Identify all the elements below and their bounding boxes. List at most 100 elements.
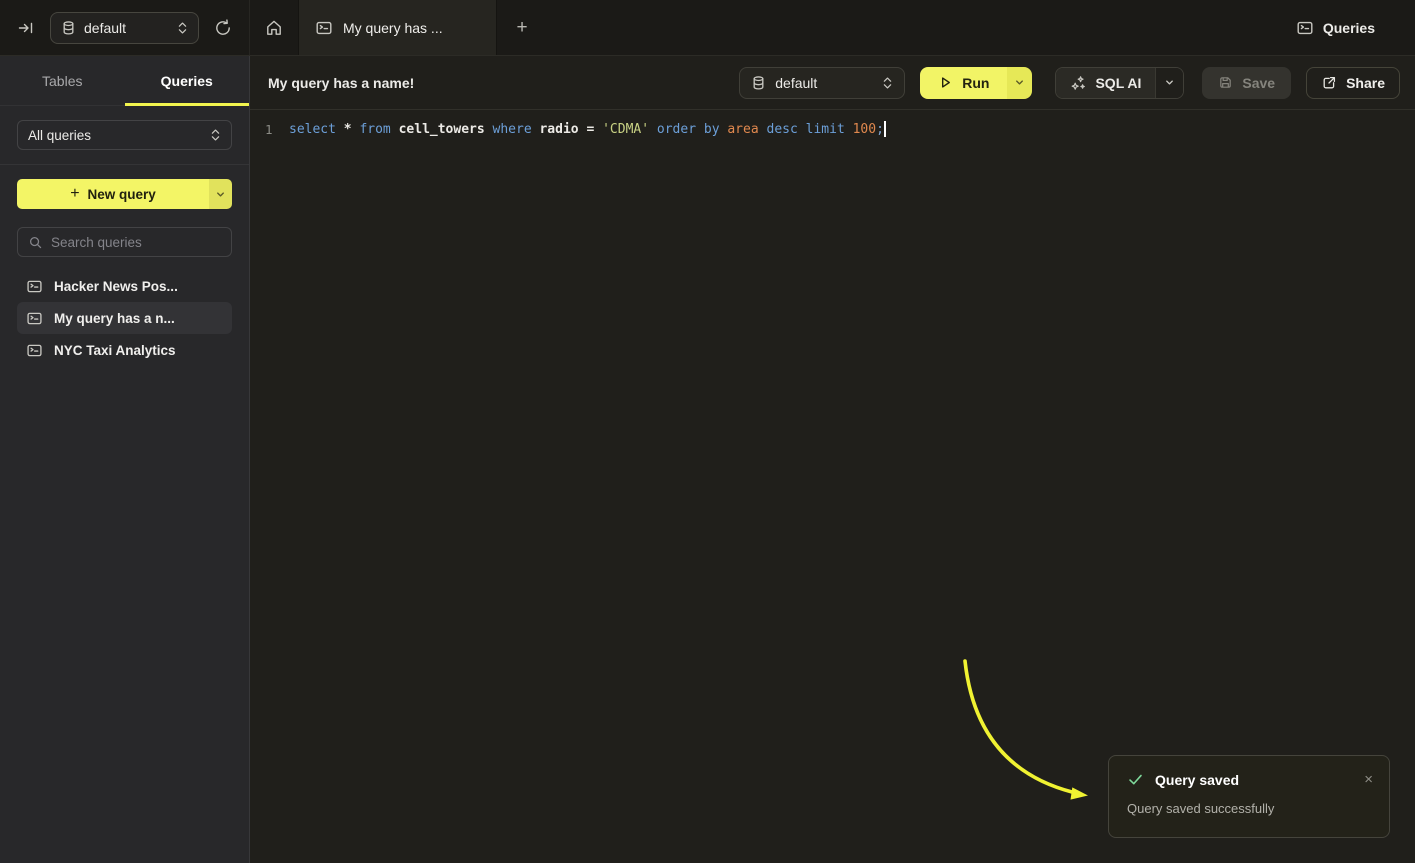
query-icon <box>26 342 43 359</box>
code-content: select * from cell_towers where radio = … <box>289 122 884 137</box>
query-list-item-nyc-taxi[interactable]: NYC Taxi Analytics <box>17 334 232 366</box>
database-icon <box>751 75 766 91</box>
query-filter-value: All queries <box>28 128 91 143</box>
topbar-left-section: default <box>0 0 250 55</box>
toast-title: Query saved <box>1155 772 1239 788</box>
toast-close-icon[interactable]: × <box>1364 772 1373 787</box>
editor-actions: default Run <box>739 67 1400 99</box>
new-tab-button[interactable]: + <box>497 0 547 55</box>
new-query-button[interactable]: + New query <box>17 179 232 209</box>
code-line-1[interactable]: 1 select * from cell_towers where radio … <box>250 119 1415 139</box>
sidebar-tab-queries[interactable]: Queries <box>125 56 250 105</box>
chevron-down-icon <box>215 189 226 200</box>
sparkles-icon <box>1070 75 1086 91</box>
sql-editor[interactable]: 1 select * from cell_towers where radio … <box>250 110 1415 139</box>
share-button[interactable]: Share <box>1306 67 1400 99</box>
new-query-main[interactable]: + New query <box>17 179 209 209</box>
topbar-database-selector[interactable]: default <box>50 12 199 44</box>
search-queries-input[interactable]: Search queries <box>17 227 232 257</box>
code-token: ; <box>876 122 884 137</box>
editor-database-value: default <box>775 75 873 91</box>
save-label: Save <box>1242 75 1275 91</box>
code-token: * <box>344 122 360 137</box>
query-icon <box>26 278 43 295</box>
new-query-label: New query <box>88 187 156 202</box>
sidebar-tabs: Tables Queries <box>0 56 249 106</box>
tab-title: My query has ... <box>343 20 443 36</box>
save-icon <box>1218 75 1233 90</box>
collapse-sidebar-icon <box>17 19 35 37</box>
code-token: = <box>586 122 602 137</box>
code-token: 100 <box>853 122 876 137</box>
text-cursor <box>884 121 886 137</box>
query-list-item-hacker-news[interactable]: Hacker News Pos... <box>17 270 232 302</box>
sidebar-divider <box>0 164 249 165</box>
query-item-label: Hacker News Pos... <box>54 279 178 294</box>
topbar-database-value: default <box>84 20 169 36</box>
queries-icon <box>1296 19 1314 37</box>
run-button[interactable]: Run <box>920 67 1007 99</box>
query-list-item-my-query[interactable]: My query has a n... <box>17 302 232 334</box>
check-icon <box>1127 771 1144 788</box>
code-token: order <box>657 122 704 137</box>
code-token: 'CDMA' <box>602 122 657 137</box>
code-token: limit <box>806 122 853 137</box>
query-icon <box>315 19 333 37</box>
query-title: My query has a name! <box>268 75 414 91</box>
database-icon <box>61 20 76 36</box>
sql-ai-button-group: SQL AI <box>1055 67 1184 99</box>
sidebar: Tables Queries All queries + New query <box>0 56 250 863</box>
main-area: My query has a name! default <box>250 56 1415 863</box>
code-token: from <box>359 122 398 137</box>
code-token: select <box>289 122 344 137</box>
home-icon <box>264 18 284 38</box>
chevron-updown-icon <box>210 127 221 143</box>
code-token: desc <box>767 122 806 137</box>
topbar-right-section[interactable]: Queries <box>1296 0 1415 55</box>
tab-strip: My query has ... + <box>250 0 547 55</box>
search-placeholder: Search queries <box>51 235 142 250</box>
refresh-button[interactable] <box>209 14 237 42</box>
code-token: where <box>493 122 540 137</box>
play-icon <box>938 75 953 90</box>
run-label: Run <box>962 75 989 91</box>
sql-ai-dropdown[interactable] <box>1155 68 1183 98</box>
share-icon <box>1321 75 1337 91</box>
editor-database-selector[interactable]: default <box>739 67 905 99</box>
toast-message: Query saved successfully <box>1127 801 1373 816</box>
home-button[interactable] <box>250 0 298 55</box>
search-icon <box>28 235 43 250</box>
top-bar: default <box>0 0 1415 56</box>
sidebar-tab-tables[interactable]: Tables <box>0 56 125 105</box>
sql-ai-button[interactable]: SQL AI <box>1056 68 1155 98</box>
chevron-updown-icon <box>882 75 893 91</box>
code-token: radio <box>539 122 586 137</box>
line-number: 1 <box>250 122 272 137</box>
code-token: by <box>704 122 727 137</box>
chevron-down-icon <box>1164 77 1175 88</box>
queries-panel-label: Queries <box>1323 20 1375 36</box>
chevron-down-icon <box>1014 77 1025 88</box>
refresh-icon <box>214 19 232 37</box>
code-token: area <box>727 122 766 137</box>
sidebar-body: All queries + New query <box>0 106 249 366</box>
editor-header: My query has a name! default <box>250 56 1415 110</box>
plus-icon: + <box>70 185 79 203</box>
save-button[interactable]: Save <box>1202 67 1291 99</box>
query-filter-select[interactable]: All queries <box>17 120 232 150</box>
sql-ai-label: SQL AI <box>1095 75 1141 91</box>
share-label: Share <box>1346 75 1385 91</box>
new-query-dropdown[interactable] <box>209 179 232 209</box>
query-item-label: NYC Taxi Analytics <box>54 343 176 358</box>
toast-query-saved: Query saved × Query saved successfully <box>1108 755 1390 838</box>
tab-my-query[interactable]: My query has ... <box>298 0 497 55</box>
query-icon <box>26 310 43 327</box>
collapse-sidebar-button[interactable] <box>12 14 40 42</box>
sql-console-app: default <box>0 0 1415 863</box>
saved-query-list: Hacker News Pos... My query has a n... <box>17 270 232 366</box>
chevron-updown-icon <box>177 20 188 36</box>
code-token: cell_towers <box>399 122 493 137</box>
run-options-dropdown[interactable] <box>1007 67 1032 99</box>
query-item-label: My query has a n... <box>54 311 175 326</box>
toast-header: Query saved × <box>1127 771 1373 788</box>
